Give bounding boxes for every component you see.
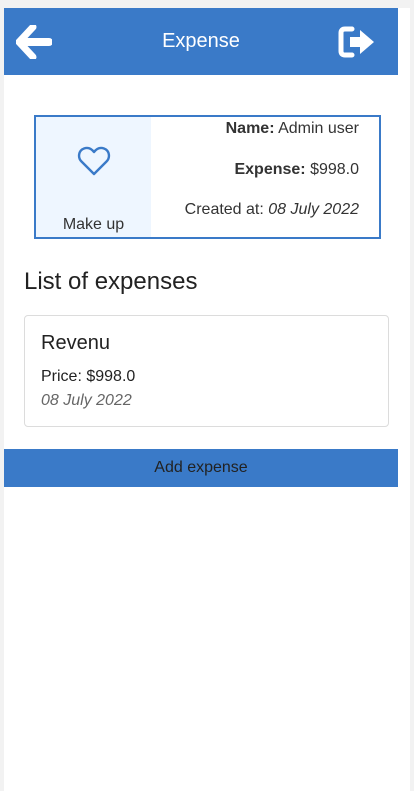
sign-out-icon <box>338 26 374 58</box>
item-title: Revenu <box>41 332 110 354</box>
heart-icon <box>77 146 111 176</box>
app-header: Expense <box>4 8 398 75</box>
list-title: List of expenses <box>24 268 198 295</box>
right-edge <box>410 0 414 791</box>
expense-summary-card: Make up Name: Admin user Expense: $998.0… <box>34 115 381 239</box>
item-price: Price: $998.0 <box>41 368 136 385</box>
list-item[interactable]: Revenu Price: $998.0 08 July 2022 <box>24 315 389 427</box>
category-label: Make up <box>62 216 125 233</box>
logout-button[interactable] <box>336 22 378 62</box>
name-row: Name: Admin user <box>226 120 359 138</box>
created-row: Created at: 08 July 2022 <box>185 201 359 219</box>
category-panel: Make up <box>36 117 151 237</box>
expense-value: $998.0 <box>310 161 359 178</box>
app-screen: Expense Make up Name: Admin user Expense… <box>0 0 414 791</box>
expense-label: Expense: <box>234 161 306 178</box>
item-date: 08 July 2022 <box>41 392 132 409</box>
name-value: Admin user <box>278 120 359 137</box>
created-label: Created at: <box>184 201 264 218</box>
name-label: Name: <box>225 120 275 137</box>
created-value: 08 July 2022 <box>268 201 359 218</box>
left-edge <box>0 0 4 791</box>
add-expense-button[interactable]: Add expense <box>4 449 398 487</box>
expense-row: Expense: $998.0 <box>234 161 359 179</box>
top-edge <box>0 0 414 8</box>
